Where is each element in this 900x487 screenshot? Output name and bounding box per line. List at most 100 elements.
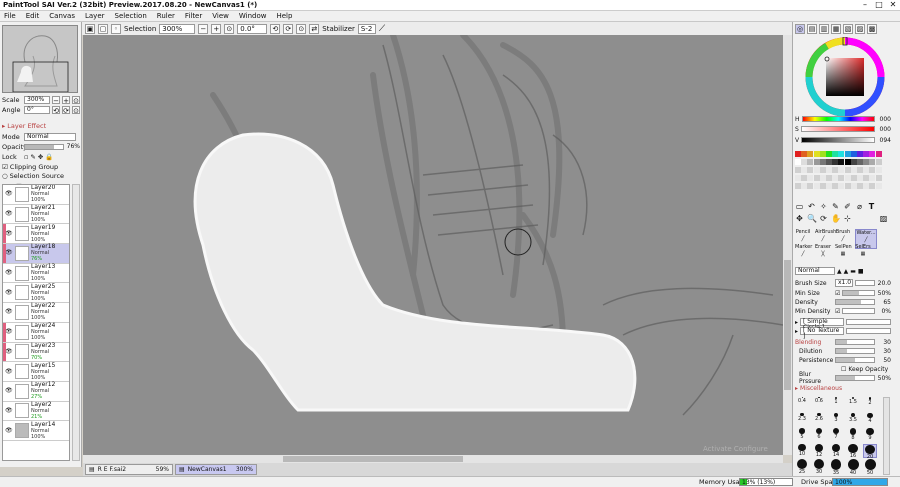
brush-size-preset[interactable]: 4 xyxy=(863,412,877,427)
drawing-canvas[interactable]: Activate Configure xyxy=(83,35,783,455)
size-presets-scrollbar[interactable] xyxy=(883,397,890,475)
color-swatch[interactable] xyxy=(875,159,882,165)
color-swatch[interactable] xyxy=(832,151,839,157)
hue-slider[interactable] xyxy=(801,116,875,122)
color-swatch[interactable] xyxy=(813,167,820,173)
miscellaneous-row[interactable]: ▸ Miscellaneous xyxy=(795,384,891,392)
layer-item[interactable]: 👁 Layer13 Normal 100% xyxy=(3,264,69,284)
brush-size-preset[interactable]: 12 xyxy=(812,443,826,458)
brush-edge-soft-icon[interactable]: ▬ xyxy=(850,268,856,275)
color-swatch[interactable] xyxy=(857,175,863,181)
brush-size-preset[interactable]: 7 xyxy=(829,428,843,442)
layer-item[interactable]: 👁 Layer2 Normal 21% xyxy=(3,401,69,422)
color-swatch[interactable] xyxy=(819,183,826,189)
rotate-right-button[interactable]: ⟳ xyxy=(283,23,294,34)
brush-size-preset[interactable]: 1.5 xyxy=(846,397,860,411)
doc-tab-newcanvas[interactable]: ▤ NewCanvas1 300% xyxy=(175,464,257,475)
color-swatch[interactable] xyxy=(857,167,863,173)
color-swatch[interactable] xyxy=(857,183,863,189)
color-swatch[interactable] xyxy=(826,175,832,181)
horizontal-scroll-thumb[interactable] xyxy=(283,456,463,462)
eye-icon[interactable]: 👁 xyxy=(5,407,13,415)
color-swatch[interactable] xyxy=(875,151,882,157)
brush-size-preset[interactable]: 6 xyxy=(812,428,826,442)
opacity-slider[interactable] xyxy=(24,143,64,150)
brush-size-slider[interactable] xyxy=(855,280,875,286)
minimize-button[interactable]: – xyxy=(858,0,872,11)
keep-opacity-checkbox[interactable]: ☐ xyxy=(841,366,846,373)
brush-shape-checkbox[interactable]: ▸ xyxy=(795,319,798,326)
layer-list-scrollbar[interactable] xyxy=(72,184,80,461)
eye-icon[interactable]: 👁 xyxy=(5,328,13,336)
transparent-color-icon[interactable]: ▨ xyxy=(879,214,888,223)
brush-size-preset[interactable]: 25 xyxy=(795,459,809,475)
eye-icon[interactable]: 👁 xyxy=(5,289,13,297)
eraser-tool[interactable]: Eraser ╳ xyxy=(815,244,831,264)
brush-size-preset[interactable]: 2.3 xyxy=(795,412,809,427)
color-swatch[interactable] xyxy=(819,159,826,165)
saturation-slider[interactable] xyxy=(800,126,875,132)
menu-ruler[interactable]: Ruler xyxy=(157,12,175,20)
color-swatch[interactable] xyxy=(844,183,851,189)
text-tool-icon[interactable]: T xyxy=(867,202,876,211)
canvas-menu-icon[interactable]: ▣ xyxy=(85,23,95,34)
color-swatch[interactable] xyxy=(832,159,839,165)
layer-item[interactable]: 👁 Layer25 Normal 100% xyxy=(3,283,69,304)
eyedropper-icon[interactable]: ✎ xyxy=(831,202,840,211)
picker-icon[interactable]: ⊹ xyxy=(843,214,852,223)
color-swatch[interactable] xyxy=(857,159,863,165)
view-toggle-icon[interactable]: ▢ xyxy=(98,23,108,34)
angle-field[interactable]: 0.0° xyxy=(237,23,268,34)
color-swatch[interactable] xyxy=(844,167,851,173)
canvas-horizontal-scrollbar[interactable] xyxy=(83,455,783,463)
brush-size-preset[interactable]: 3.5 xyxy=(846,412,860,427)
color-swatch[interactable] xyxy=(819,167,826,173)
color-swatch[interactable] xyxy=(863,167,870,173)
lasso-icon[interactable]: ↶ xyxy=(807,202,816,211)
color-swatch[interactable] xyxy=(795,167,801,173)
menu-edit[interactable]: Edit xyxy=(26,12,40,20)
color-swatch[interactable] xyxy=(838,159,845,165)
rotate-left-button[interactable]: ⟲ xyxy=(270,23,281,34)
brush-size-preset[interactable]: 14 xyxy=(829,443,843,458)
min-density-checkbox[interactable]: ☑ xyxy=(835,308,840,315)
line-tool-icon[interactable]: ⟋ xyxy=(379,24,385,34)
layer-item-selected[interactable]: 👁 Layer18 Normal 76% xyxy=(3,244,69,264)
color-swatch[interactable] xyxy=(813,175,820,181)
color-swatch[interactable] xyxy=(801,159,808,165)
color-swatch[interactable] xyxy=(857,151,863,157)
color-swatch[interactable] xyxy=(807,151,814,157)
color-swatch[interactable] xyxy=(838,167,845,173)
clipping-group-checkbox[interactable]: ☑ xyxy=(2,163,8,171)
color-swatch[interactable] xyxy=(850,151,857,157)
brush-edge-medium-icon[interactable]: ▲ xyxy=(844,268,849,275)
color-swatch[interactable] xyxy=(795,159,801,165)
lock-paint-icon[interactable]: ✎ xyxy=(30,153,35,161)
menu-selection[interactable]: Selection xyxy=(115,12,147,20)
layer-item[interactable]: 👁 Layer15 Normal 100% xyxy=(3,362,69,382)
scale-minus-button[interactable]: − xyxy=(52,95,60,105)
color-swatch[interactable] xyxy=(813,151,820,157)
eye-icon[interactable]: 👁 xyxy=(5,210,13,218)
color-swatch[interactable] xyxy=(801,183,808,189)
layer-item[interactable]: 👁 Layer23 Normal 70% xyxy=(3,342,69,363)
palette-tab-icon[interactable]: ▩ xyxy=(867,24,877,34)
color-swatch[interactable] xyxy=(869,151,876,157)
eye-icon[interactable]: 👁 xyxy=(5,230,13,238)
persistence-slider[interactable] xyxy=(835,357,875,363)
color-swatch[interactable] xyxy=(869,167,876,173)
brush-shape-slider[interactable] xyxy=(846,319,891,325)
brush-size-preset[interactable]: 8 xyxy=(846,428,860,442)
color-wheel[interactable] xyxy=(805,36,885,117)
brush-size-preset[interactable]: 0.4 xyxy=(795,397,809,411)
eye-icon[interactable]: 👁 xyxy=(5,348,13,356)
brush-size-preset[interactable]: 9 xyxy=(863,428,877,442)
maximize-button[interactable]: □ xyxy=(872,0,886,11)
color-swatch[interactable] xyxy=(863,183,870,189)
close-button[interactable]: ✕ xyxy=(886,0,900,11)
color-swatch[interactable] xyxy=(875,183,882,189)
menu-view[interactable]: View xyxy=(212,12,229,20)
color-swatch[interactable] xyxy=(838,183,845,189)
dilution-slider[interactable] xyxy=(835,348,875,354)
angle-left-button[interactable]: ⟲ xyxy=(52,105,60,115)
